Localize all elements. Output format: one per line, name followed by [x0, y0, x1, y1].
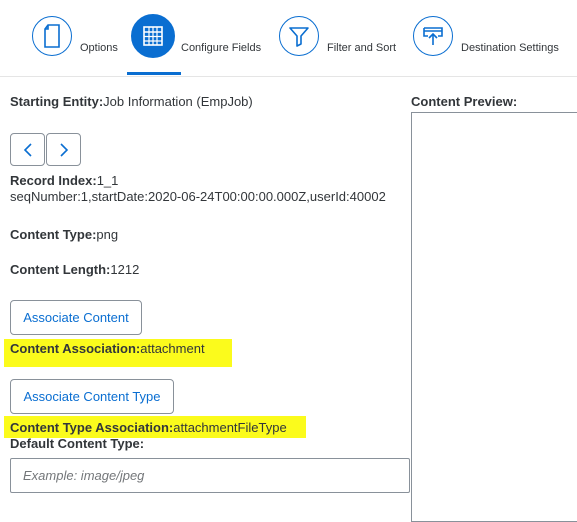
default-content-type-input[interactable]: [10, 458, 410, 493]
filter-icon: [279, 16, 319, 56]
record-key-text: seqNumber:1,startDate:2020-06-24T00:00:0…: [10, 189, 386, 204]
content-association-row: Content Association:attachment: [10, 341, 205, 356]
content-length-value: 1212: [110, 262, 140, 277]
content-type-label: Content Type:: [10, 227, 97, 242]
record-index-value: 1_1: [96, 173, 119, 188]
chevron-left-icon: [23, 142, 32, 157]
upload-icon: [413, 16, 453, 56]
content-type-association-value: attachmentFileType: [173, 420, 287, 435]
content-length-row: Content Length:1212: [10, 262, 139, 277]
default-content-type-label: Default Content Type:: [10, 436, 145, 451]
content-type-value: png: [96, 227, 119, 242]
wizard-step-bar: Options Configure Fields Filter and Sort: [0, 0, 577, 77]
step-label: Configure Fields: [181, 42, 262, 54]
step-label: Options: [80, 42, 118, 54]
content-preview-label: Content Preview:: [411, 94, 518, 109]
starting-entity-row: Starting Entity:Job Information (EmpJob): [10, 94, 253, 109]
table-icon: [131, 14, 175, 58]
next-record-button[interactable]: [46, 133, 81, 166]
content-type-row: Content Type:png: [10, 227, 118, 242]
document-icon: [32, 16, 72, 56]
record-index-row: Record Index:1_1: [10, 173, 118, 188]
content-preview-panel: [411, 112, 577, 522]
content-length-label: Content Length:: [10, 262, 111, 277]
starting-entity-label: Starting Entity:: [10, 94, 104, 109]
content-type-association-row: Content Type Association:attachmentFileT…: [10, 420, 287, 435]
step-label: Filter and Sort: [327, 42, 397, 54]
active-step-indicator: [127, 72, 181, 75]
associate-content-type-button[interactable]: Associate Content Type: [10, 379, 174, 414]
content-type-association-label: Content Type Association:: [10, 420, 174, 435]
record-index-label: Record Index:: [10, 173, 97, 188]
previous-record-button[interactable]: [10, 133, 45, 166]
step-label: Destination Settings: [461, 42, 559, 54]
chevron-right-icon: [59, 142, 68, 157]
content-association-value: attachment: [140, 341, 205, 356]
content-association-label: Content Association:: [10, 341, 141, 356]
associate-content-button[interactable]: Associate Content: [10, 300, 142, 335]
starting-entity-value: Job Information (EmpJob): [103, 94, 253, 109]
